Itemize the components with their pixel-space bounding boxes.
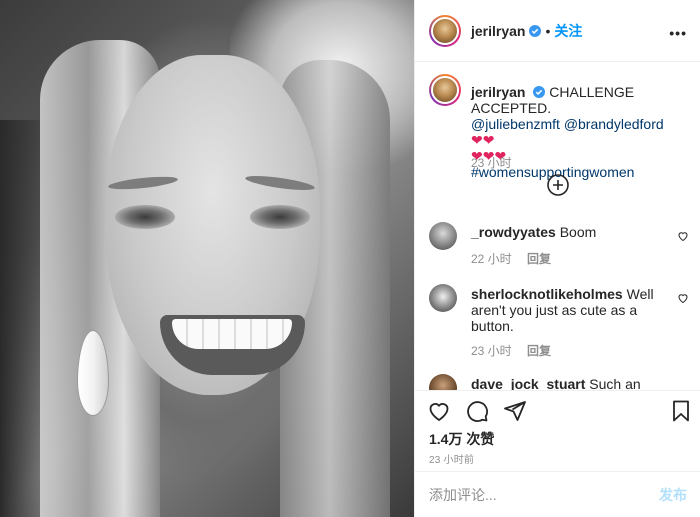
comment-meta: 22 小时 回复: [471, 250, 563, 267]
commenter-avatar[interactable]: [429, 222, 457, 250]
commenter-username[interactable]: dave_jock_stuart: [471, 376, 585, 390]
photo-eye: [250, 205, 310, 229]
commenter-username[interactable]: _rowdyyates: [471, 224, 556, 240]
post-photo[interactable]: [0, 0, 414, 517]
mention-link[interactable]: @brandyledford: [564, 116, 664, 132]
commenter-avatar[interactable]: [429, 374, 457, 390]
reply-button[interactable]: 回复: [527, 252, 551, 266]
verified-badge-icon: [533, 86, 546, 98]
follow-button[interactable]: 关注: [554, 21, 582, 41]
share-send-icon[interactable]: [503, 399, 527, 423]
comment-bubble-icon[interactable]: [465, 399, 489, 423]
comment-text: _rowdyyates Boom: [471, 224, 671, 240]
reply-button[interactable]: 回复: [527, 344, 551, 358]
comment-text: dave_jock_stuart Such an: [471, 376, 671, 390]
comment-item: dave_jock_stuart Such an: [429, 374, 691, 390]
like-heart-icon[interactable]: [427, 399, 451, 423]
likes-count[interactable]: 1.4万 次赞: [429, 429, 494, 449]
comment-item: sherlocknotlikeholmes Well aren't you ju…: [429, 284, 691, 358]
caption-time[interactable]: 23 小时: [471, 156, 512, 170]
photo-eye: [115, 205, 175, 229]
like-comment-heart-icon[interactable]: [677, 292, 689, 304]
post-timestamp[interactable]: 23 小时前: [429, 451, 474, 466]
comment-input[interactable]: [429, 487, 659, 503]
verified-badge-icon: [529, 24, 542, 37]
caption-meta: 23 小时: [471, 154, 524, 171]
action-icons: [427, 399, 527, 423]
save-bookmark[interactable]: [669, 399, 693, 423]
author-avatar-image: [431, 16, 459, 45]
comments-section[interactable]: jerilryan CHALLENGE ACCEPTED. @juliebenz…: [415, 62, 700, 390]
commenter-username[interactable]: sherlocknotlikeholmes: [471, 286, 623, 302]
comment-item: _rowdyyates Boom 22 小时 回复: [429, 222, 691, 272]
caption: jerilryan CHALLENGE ACCEPTED. @juliebenz…: [429, 74, 691, 180]
post-header: jerilryan • 关注 •••: [415, 0, 700, 62]
photo-teeth: [172, 319, 292, 349]
commenter-avatar[interactable]: [429, 284, 457, 312]
add-comment-bar: 发布: [415, 471, 700, 517]
author-username[interactable]: jerilryan: [471, 23, 525, 39]
comment-time[interactable]: 23 小时: [471, 344, 512, 358]
caption-avatar-image: [431, 76, 459, 104]
comment-meta: 23 小时 回复: [471, 342, 563, 359]
comment-body: Boom: [559, 224, 597, 240]
heart-emoji-icon: ❤❤: [471, 132, 495, 148]
like-comment-heart-icon[interactable]: [677, 230, 689, 242]
more-horizontal-icon[interactable]: •••: [669, 25, 687, 41]
author-avatar[interactable]: [429, 14, 461, 47]
caption-username[interactable]: jerilryan: [471, 84, 525, 100]
post-actions: 1.4万 次赞 23 小时前 发布: [415, 390, 700, 517]
plus-circle-icon[interactable]: [546, 173, 570, 197]
comment-time[interactable]: 22 小时: [471, 252, 512, 266]
comment-body: Such an: [589, 376, 641, 390]
mention-link[interactable]: @juliebenzmft: [471, 116, 560, 132]
post-comment-button[interactable]: 发布: [659, 485, 687, 505]
bookmark-icon[interactable]: [669, 399, 693, 423]
comment-text: sherlocknotlikeholmes Well aren't you ju…: [471, 286, 671, 334]
post-side-panel: jerilryan • 关注 ••• jerilryan CHALLENGE A…: [414, 0, 700, 517]
separator-dot: •: [545, 22, 551, 39]
caption-avatar[interactable]: [429, 74, 461, 106]
